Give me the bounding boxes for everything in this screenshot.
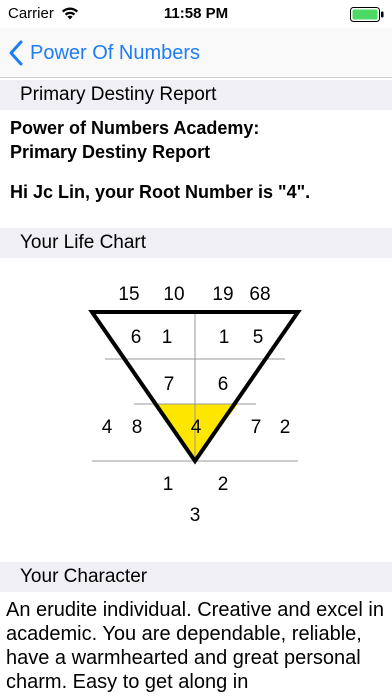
chart-cell-number: 5 — [253, 327, 264, 348]
chevron-left-icon — [9, 40, 23, 66]
section-header-life-chart: Your Life Chart — [0, 228, 392, 258]
chart-top-number: 10 — [163, 284, 184, 305]
battery-icon — [350, 7, 384, 22]
chart-left-number: 8 — [132, 417, 143, 438]
life-chart-diagram: 15 10 19 68 6 1 1 5 7 6 4 4 8 7 2 1 2 3 — [88, 284, 302, 526]
back-button[interactable]: Power Of Numbers — [8, 38, 200, 68]
chart-cell-number: 1 — [162, 327, 173, 348]
report-title-line-1: Power of Numbers Academy: — [10, 118, 260, 138]
clock: 11:58 PM — [163, 5, 229, 22]
report-title: Power of Numbers Academy: Primary Destin… — [10, 116, 382, 164]
section-header-primary-report: Primary Destiny Report — [0, 80, 392, 110]
chart-right-number: 7 — [251, 417, 262, 438]
chart-cell-number: 6 — [218, 374, 229, 395]
life-chart: 15 10 19 68 6 1 1 5 7 6 4 4 8 7 2 1 2 3 — [0, 256, 392, 556]
root-number: 4 — [191, 417, 202, 438]
chart-bottom-number: 2 — [218, 474, 229, 495]
navigation-bar: Power Of Numbers — [0, 28, 392, 78]
report-title-line-2: Primary Destiny Report — [10, 142, 211, 162]
chart-top-number: 19 — [212, 284, 233, 305]
chart-top-number: 15 — [118, 284, 139, 305]
chart-base-number: 3 — [190, 505, 201, 526]
chart-cell-number: 6 — [131, 327, 142, 348]
chart-cell-number: 1 — [219, 327, 230, 348]
chart-left-number: 4 — [102, 417, 113, 438]
character-description: An erudite individual. Creative and exce… — [6, 599, 384, 693]
chart-top-number: 68 — [249, 284, 270, 305]
chart-cell-number: 7 — [164, 374, 175, 395]
status-bar: Carrier 11:58 PM — [0, 0, 392, 28]
chart-right-number: 2 — [280, 417, 291, 438]
back-button-label: Power Of Numbers — [30, 41, 201, 64]
root-number-greeting: Hi Jc Lin, your Root Number is "4". — [10, 182, 311, 202]
chart-bottom-number: 1 — [163, 474, 174, 495]
section-header-character: Your Character — [0, 562, 392, 592]
